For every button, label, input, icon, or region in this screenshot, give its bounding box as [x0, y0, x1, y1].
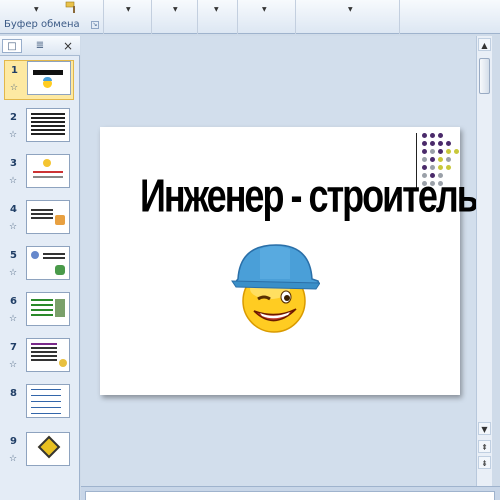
- slides-pane: □ ≣ × 1 ☆ 2 ☆ 3 ☆ 4 ☆ 5 ☆ 6 ☆ 7 ☆ 8 9 ☆: [0, 36, 80, 500]
- slide-preview: [26, 338, 70, 372]
- clipboard-group: ▼ Буфер обмена ↘: [0, 0, 104, 34]
- thumb-helmet-icon: [43, 77, 52, 81]
- dropdown-arrow[interactable]: ▼: [262, 6, 267, 13]
- slide-thumbnail-6[interactable]: 6 ☆: [4, 292, 74, 334]
- previous-slide-button[interactable]: ⇞: [478, 440, 491, 453]
- thumb-image-icon: [43, 159, 51, 167]
- pane-tabs: □ ≣ ×: [0, 36, 80, 56]
- ribbon: ▼ Буфер обмена ↘ ▼ ▼ ▼ ▼ ▼: [0, 0, 500, 34]
- decorative-dot: [422, 157, 427, 162]
- thumb-image-icon: [31, 251, 39, 259]
- slide-thumbnail-2[interactable]: 2 ☆: [4, 108, 74, 150]
- thumb-text-lines: [31, 389, 61, 390]
- animation-star-icon: ☆: [10, 83, 19, 93]
- thumb-title-bar: [33, 70, 63, 75]
- slide-thumbnail-4[interactable]: 4 ☆: [4, 200, 74, 242]
- dropdown-arrow[interactable]: ▼: [348, 6, 353, 13]
- scroll-thumb[interactable]: [479, 58, 490, 94]
- current-slide[interactable]: Инженер - строитель: [100, 127, 479, 395]
- animation-star-icon: ☆: [9, 130, 18, 140]
- slide-number: 6: [10, 296, 17, 307]
- decorative-dot: [446, 149, 451, 154]
- decorative-dot: [446, 157, 451, 162]
- thumb-image-icon: [55, 265, 65, 275]
- thumb-warning-sign-icon: [37, 435, 61, 459]
- slide-thumbnail-9[interactable]: 9 ☆: [4, 432, 74, 474]
- close-pane-button[interactable]: ×: [58, 39, 78, 53]
- ribbon-group-5: ▼: [238, 0, 296, 34]
- thumb-image-icon: [55, 299, 65, 317]
- slide-thumbnail-7[interactable]: 7 ☆: [4, 338, 74, 380]
- format-painter-icon[interactable]: [64, 0, 80, 14]
- decorative-dot: [446, 141, 451, 146]
- decorative-dot: [438, 149, 443, 154]
- decorative-dot: [430, 149, 435, 154]
- slide-preview: [26, 292, 70, 326]
- decorative-dot: [422, 141, 427, 146]
- decorative-dot: [422, 149, 427, 154]
- animation-star-icon: ☆: [9, 268, 18, 278]
- decorative-dot: [430, 133, 435, 138]
- slide-thumbnail-3[interactable]: 3 ☆: [4, 154, 74, 196]
- clipboard-dialog-launcher[interactable]: ↘: [91, 21, 99, 29]
- decorative-dot: [430, 157, 435, 162]
- slide-number: 1: [11, 65, 18, 76]
- thumb-text-lines: [31, 113, 65, 115]
- slide-number: 2: [10, 112, 17, 123]
- slide-number: 9: [10, 436, 17, 447]
- slide-thumbnail-8[interactable]: 8: [4, 384, 74, 426]
- animation-star-icon: ☆: [9, 360, 18, 370]
- decorative-dot: [438, 157, 443, 162]
- thumb-text-lines: [31, 299, 53, 301]
- slide-preview: [26, 246, 70, 280]
- decorative-dot: [430, 141, 435, 146]
- slide-title[interactable]: Инженер - строитель: [140, 169, 479, 224]
- decorative-dot: [422, 133, 427, 138]
- next-slide-button[interactable]: ⇟: [478, 456, 491, 469]
- ribbon-group-6: ▼: [296, 0, 400, 34]
- decorative-dot: [438, 141, 443, 146]
- dropdown-arrow[interactable]: ▼: [214, 6, 219, 13]
- animation-star-icon: ☆: [9, 314, 18, 324]
- thumb-image-icon: [59, 359, 67, 367]
- paste-dropdown-arrow[interactable]: ▼: [34, 6, 39, 13]
- notes-input[interactable]: [85, 491, 495, 500]
- vertical-scrollbar[interactable]: ▲ ▼ ⇞ ⇟: [476, 36, 492, 486]
- slide-number: 5: [10, 250, 17, 261]
- slide-preview: [26, 154, 70, 188]
- ribbon-group-2: ▼: [104, 0, 152, 34]
- slide-thumbnail-5[interactable]: 5 ☆: [4, 246, 74, 288]
- notes-pane: [81, 486, 500, 500]
- slide-thumbnail-1[interactable]: 1 ☆: [4, 60, 74, 100]
- decorative-dot: [454, 149, 459, 154]
- thumb-text-lines: [31, 343, 57, 345]
- animation-star-icon: ☆: [9, 454, 18, 464]
- decorative-dot: [438, 133, 443, 138]
- clipboard-group-label: Буфер обмена: [4, 19, 80, 30]
- thumb-image-icon: [55, 215, 65, 225]
- animation-star-icon: ☆: [9, 176, 18, 186]
- thumb-text-lines: [33, 171, 63, 173]
- ribbon-group-3: ▼: [152, 0, 198, 34]
- tab-outline[interactable]: ≣: [30, 39, 50, 53]
- dropdown-arrow[interactable]: ▼: [173, 6, 178, 13]
- slide-preview: [26, 108, 70, 142]
- animation-star-icon: ☆: [9, 222, 18, 232]
- slide-number: 8: [10, 388, 17, 399]
- slide-preview: [26, 200, 70, 234]
- slide-number: 3: [10, 158, 17, 169]
- tab-slides[interactable]: □: [2, 39, 22, 53]
- scroll-up-button[interactable]: ▲: [478, 38, 491, 51]
- dropdown-arrow[interactable]: ▼: [126, 6, 131, 13]
- smiley-helmet-icon: [231, 244, 320, 333]
- slide-preview: [26, 432, 70, 466]
- thumb-text-lines: [43, 253, 65, 255]
- ribbon-group-4: ▼: [198, 0, 238, 34]
- slide-number: 7: [10, 342, 17, 353]
- scroll-down-button[interactable]: ▼: [478, 422, 491, 435]
- thumb-text-lines: [31, 209, 53, 211]
- slide-preview: [26, 384, 70, 418]
- slide-number: 4: [10, 204, 17, 215]
- slide-preview: [27, 61, 71, 95]
